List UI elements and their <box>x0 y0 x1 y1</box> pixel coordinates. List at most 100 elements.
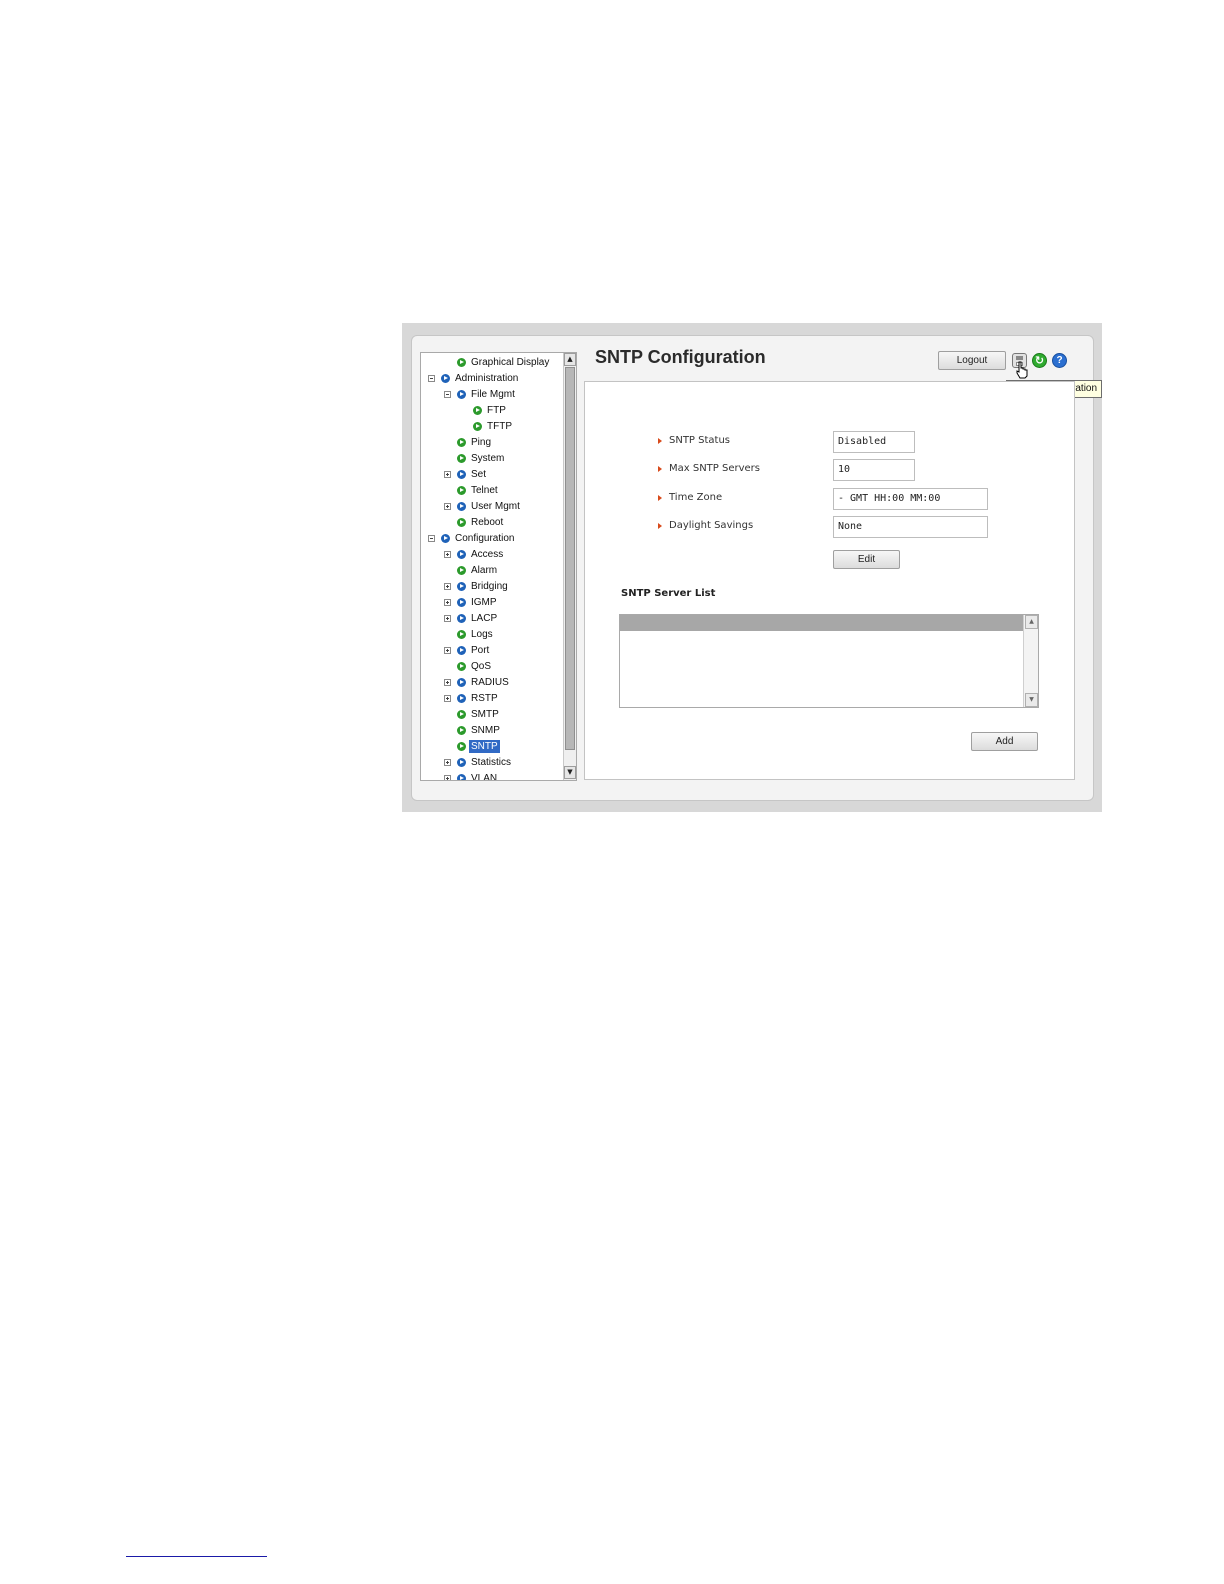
tree-item-label: RSTP <box>471 692 498 704</box>
tree-item-administration[interactable]: Administration <box>428 370 520 386</box>
blue-arrow-bullet-icon <box>457 677 466 687</box>
expand-icon[interactable] <box>444 502 451 510</box>
expand-icon[interactable] <box>444 678 451 686</box>
green-arrow-bullet-icon <box>457 565 466 575</box>
green-arrow-bullet-icon <box>457 453 466 463</box>
tree-item-graphical-display[interactable]: Graphical Display <box>457 354 551 370</box>
green-arrow-bullet-icon <box>457 661 466 671</box>
tree-item-radius[interactable]: RADIUS <box>444 674 511 690</box>
expand-icon[interactable] <box>444 582 451 590</box>
tree-item-label: SMTP <box>471 708 499 720</box>
collapse-icon[interactable] <box>428 534 435 542</box>
edit-button[interactable]: Edit <box>833 550 900 569</box>
scroll-up-arrow-icon[interactable]: ▲ <box>1025 615 1038 629</box>
tree-item-set[interactable]: Set <box>444 466 488 482</box>
blue-arrow-bullet-icon <box>457 597 466 607</box>
server-list-scrollbar[interactable]: ▲ ▼ <box>1023 615 1038 707</box>
scroll-down-arrow-icon[interactable]: ▼ <box>564 766 576 779</box>
blue-arrow-bullet-icon <box>457 645 466 655</box>
tree-item-snmp[interactable]: SNMP <box>457 722 502 738</box>
scrollbar-thumb[interactable] <box>565 367 575 750</box>
expand-icon[interactable] <box>444 774 451 780</box>
tree-item-label: LACP <box>471 612 498 624</box>
tree-item-label: VLAN <box>471 772 498 781</box>
logout-button[interactable]: Logout <box>938 351 1006 370</box>
expand-icon[interactable] <box>444 758 451 766</box>
time-zone-label: Time Zone <box>657 492 723 503</box>
blue-arrow-bullet-icon <box>457 501 466 511</box>
tree-item-label: FTP <box>487 404 506 416</box>
tree-item-ftp[interactable]: FTP <box>473 402 508 418</box>
server-list-header <box>620 615 1023 631</box>
expand-icon[interactable] <box>444 614 451 622</box>
expand-icon[interactable] <box>444 470 451 478</box>
tree-item-label: Port <box>471 644 490 656</box>
time-zone-row: Time Zone - GMT HH:00 MM:00 <box>585 488 1076 510</box>
tree-item-reboot[interactable]: Reboot <box>457 514 505 530</box>
tree-item-telnet[interactable]: Telnet <box>457 482 500 498</box>
daylight-savings-value: None <box>833 516 988 538</box>
daylight-savings-row: Daylight Savings None <box>585 516 1076 538</box>
tree-item-sntp[interactable]: SNTP <box>457 738 500 754</box>
tree-item-bridging[interactable]: Bridging <box>444 578 510 594</box>
tree-item-tftp[interactable]: TFTP <box>473 418 514 434</box>
collapse-icon[interactable] <box>428 374 435 382</box>
tree-item-vlan[interactable]: VLAN <box>444 770 499 780</box>
help-icon[interactable]: ? <box>1052 353 1067 368</box>
tree-item-label: QoS <box>471 660 492 672</box>
tree-item-port[interactable]: Port <box>444 642 491 658</box>
expand-icon[interactable] <box>444 598 451 606</box>
navigation-tree-list: Graphical Display Administration File Mg… <box>421 353 562 780</box>
tree-item-statistics[interactable]: Statistics <box>444 754 513 770</box>
refresh-icon[interactable]: ↻ <box>1032 353 1047 368</box>
blue-arrow-bullet-icon <box>457 389 466 399</box>
scroll-up-arrow-icon[interactable]: ▲ <box>564 353 576 366</box>
tree-item-configuration[interactable]: Configuration <box>428 530 516 546</box>
tree-item-smtp[interactable]: SMTP <box>457 706 501 722</box>
blue-arrow-bullet-icon <box>441 373 450 383</box>
tree-item-system[interactable]: System <box>457 450 506 466</box>
tree-item-ping[interactable]: Ping <box>457 434 493 450</box>
tree-scrollbar[interactable]: ▲ ▼ <box>563 353 576 780</box>
blue-arrow-bullet-icon <box>457 469 466 479</box>
tree-item-label: RADIUS <box>471 676 509 688</box>
tree-item-igmp[interactable]: IGMP <box>444 594 499 610</box>
scroll-down-arrow-icon[interactable]: ▼ <box>1025 693 1038 707</box>
tree-item-file-mgmt[interactable]: File Mgmt <box>444 386 517 402</box>
expand-icon[interactable] <box>444 646 451 654</box>
expand-icon[interactable] <box>444 694 451 702</box>
sntp-status-value: Disabled <box>833 431 915 453</box>
tree-item-label: IGMP <box>471 596 497 608</box>
tree-item-label: Graphical Display <box>471 356 550 368</box>
tree-item-lacp[interactable]: LACP <box>444 610 499 626</box>
tree-item-user-mgmt[interactable]: User Mgmt <box>444 498 522 514</box>
tree-item-access[interactable]: Access <box>444 546 505 562</box>
blue-arrow-bullet-icon <box>457 757 466 767</box>
server-list[interactable]: ▲ ▼ <box>619 614 1039 708</box>
time-zone-value: - GMT HH:00 MM:00 <box>833 488 988 510</box>
green-arrow-bullet-icon <box>457 517 466 527</box>
tree-item-label: Access <box>471 548 504 560</box>
server-list-title: SNTP Server List <box>621 588 716 599</box>
collapse-icon[interactable] <box>444 390 451 398</box>
tree-item-alarm[interactable]: Alarm <box>457 562 499 578</box>
blue-arrow-bullet-icon <box>457 581 466 591</box>
expand-icon[interactable] <box>444 550 451 558</box>
blue-arrow-bullet-icon <box>457 613 466 623</box>
page-title: SNTP Configuration <box>595 347 766 367</box>
blue-arrow-bullet-icon <box>457 773 466 780</box>
tree-item-rstp[interactable]: RSTP <box>444 690 500 706</box>
tree-item-label: File Mgmt <box>471 388 515 400</box>
max-sntp-servers-row: Max SNTP Servers 10 <box>585 459 1076 481</box>
tree-item-label: System <box>471 452 505 464</box>
tree-item-logs[interactable]: Logs <box>457 626 495 642</box>
green-arrow-bullet-icon <box>457 709 466 719</box>
tree-item-qos[interactable]: QoS <box>457 658 493 674</box>
green-arrow-bullet-icon <box>457 741 466 751</box>
sntp-status-label: SNTP Status <box>657 435 731 446</box>
tree-item-label: Reboot <box>471 516 504 528</box>
content-area: SNTP Status Disabled Max SNTP Servers 10… <box>584 381 1075 780</box>
green-arrow-bullet-icon <box>457 629 466 639</box>
add-button[interactable]: Add <box>971 732 1038 751</box>
tree-item-label: TFTP <box>487 420 512 432</box>
